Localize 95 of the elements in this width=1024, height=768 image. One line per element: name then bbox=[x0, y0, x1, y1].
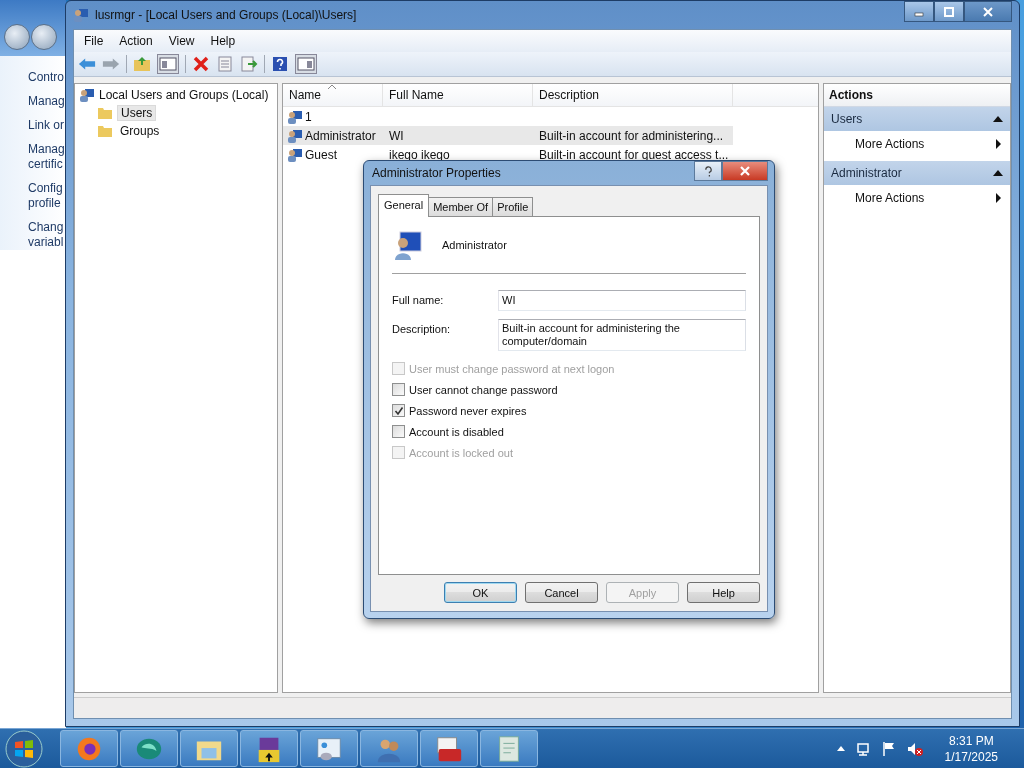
menu-item[interactable]: Help bbox=[204, 32, 242, 50]
minimize-button[interactable] bbox=[904, 1, 934, 22]
field-label: Full name: bbox=[392, 293, 445, 306]
users-icon bbox=[73, 7, 89, 23]
user-icon bbox=[392, 229, 424, 261]
checkbox-label: User must change password at next logon bbox=[409, 362, 615, 375]
close-icon bbox=[983, 6, 993, 17]
submenu-arrow-icon bbox=[996, 139, 1001, 149]
dialog-button[interactable]: Cancel bbox=[525, 582, 598, 603]
folder-icon bbox=[97, 123, 113, 139]
checkbox[interactable] bbox=[392, 425, 405, 438]
table-row[interactable]: Administrator WI Built-in account for administering... bbox=[283, 126, 733, 145]
folder-up-icon[interactable] bbox=[133, 56, 151, 72]
folder-icon bbox=[97, 105, 113, 121]
taskbar-button[interactable] bbox=[480, 730, 538, 767]
flag-icon[interactable] bbox=[880, 740, 897, 757]
forward-icon[interactable] bbox=[31, 24, 57, 50]
window-title: lusrmgr - [Local Users and Groups (Local)\Users] bbox=[95, 8, 358, 22]
maximize-button[interactable] bbox=[934, 1, 964, 22]
help-button[interactable] bbox=[694, 161, 722, 181]
collapse-icon[interactable] bbox=[993, 116, 1003, 122]
action-link[interactable]: More Actions bbox=[855, 191, 925, 205]
close-button[interactable] bbox=[964, 1, 1012, 22]
tab[interactable]: Profile bbox=[492, 197, 534, 216]
taskbar-button[interactable] bbox=[240, 730, 298, 767]
task-link[interactable]: Manag certific bbox=[28, 142, 65, 172]
checkbox-label: User cannot change password bbox=[409, 383, 558, 396]
close-icon bbox=[740, 166, 750, 176]
collapse-icon[interactable] bbox=[993, 170, 1003, 176]
checkbox-label: Password never expires bbox=[409, 404, 527, 417]
table-cell: WI bbox=[389, 128, 404, 143]
help-icon[interactable] bbox=[271, 56, 289, 72]
table-row[interactable]: 1 bbox=[283, 107, 733, 126]
tree-item[interactable]: Groups bbox=[117, 124, 163, 138]
checkbox[interactable] bbox=[392, 404, 405, 417]
sort-icon bbox=[328, 85, 336, 89]
menu-item[interactable]: Action bbox=[113, 32, 159, 50]
taskbar-button[interactable] bbox=[180, 730, 238, 767]
action-link[interactable]: More Actions bbox=[855, 137, 925, 151]
maximize-icon bbox=[944, 6, 954, 17]
table-cell: Guest bbox=[305, 147, 337, 162]
delete-icon[interactable] bbox=[192, 56, 210, 72]
show-hidden-icons-icon[interactable] bbox=[836, 746, 845, 751]
column-header[interactable]: Full Name bbox=[383, 84, 533, 106]
taskbar-button[interactable] bbox=[120, 730, 178, 767]
actions-section-header[interactable]: Administrator bbox=[824, 161, 1010, 185]
dialog-button[interactable]: Help bbox=[687, 582, 760, 603]
task-link[interactable]: Chang variabl bbox=[28, 220, 64, 250]
submenu-arrow-icon bbox=[996, 193, 1001, 203]
tab[interactable]: Member Of bbox=[428, 197, 494, 216]
table-cell: Built-in account for administering... bbox=[539, 128, 724, 143]
clock[interactable]: 8:31 PM 1/17/2025 bbox=[944, 732, 998, 765]
table-cell: 1 bbox=[305, 109, 312, 124]
task-link[interactable]: Link or bbox=[28, 118, 65, 133]
dialog-title: Administrator Properties bbox=[371, 166, 502, 180]
actions-section-header[interactable]: Users bbox=[824, 107, 1010, 131]
description-field[interactable]: Built-in account for administering the computer/domain bbox=[498, 319, 746, 351]
column-header[interactable]: Name bbox=[283, 84, 383, 106]
field-label: Description: bbox=[392, 322, 452, 335]
column-header[interactable]: Description bbox=[533, 84, 733, 106]
user-name: Administrator bbox=[442, 239, 507, 251]
table-cell: Administrator bbox=[305, 128, 376, 143]
taskbar-button[interactable] bbox=[300, 730, 358, 767]
user-icon bbox=[287, 146, 303, 163]
close-button[interactable] bbox=[722, 161, 768, 181]
taskbar-button[interactable] bbox=[60, 730, 118, 767]
panel-icon[interactable] bbox=[157, 54, 179, 74]
clock-time: 8:31 PM bbox=[948, 732, 994, 749]
forward-arrow-icon[interactable] bbox=[102, 56, 120, 72]
checkbox-label: Account is disabled bbox=[409, 425, 504, 438]
tree-item[interactable]: Users bbox=[117, 105, 157, 121]
taskbar-button[interactable] bbox=[360, 730, 418, 767]
dialog-button[interactable]: OK bbox=[444, 582, 517, 603]
back-arrow-icon[interactable] bbox=[78, 56, 96, 72]
task-link[interactable]: Contro bbox=[28, 70, 65, 85]
full-name-field[interactable]: WI bbox=[498, 290, 746, 311]
checkbox[interactable] bbox=[392, 383, 405, 396]
network-icon[interactable] bbox=[854, 740, 871, 757]
taskbar-button[interactable] bbox=[420, 730, 478, 767]
help-icon bbox=[703, 165, 713, 177]
task-link[interactable]: Config profile bbox=[28, 181, 63, 211]
export-icon[interactable] bbox=[240, 56, 258, 72]
clock-date: 1/17/2025 bbox=[944, 748, 998, 765]
user-icon bbox=[287, 127, 303, 144]
task-link[interactable]: Manag bbox=[28, 94, 65, 109]
menu-item[interactable]: File bbox=[78, 32, 110, 50]
checkbox-label: Account is locked out bbox=[409, 446, 513, 459]
users-icon bbox=[79, 87, 95, 103]
user-icon bbox=[287, 108, 303, 125]
tab[interactable]: General bbox=[378, 194, 430, 217]
action-pane-icon[interactable] bbox=[295, 54, 317, 74]
back-icon[interactable] bbox=[4, 24, 30, 50]
tree-item[interactable]: Local Users and Groups (Local) bbox=[79, 86, 273, 104]
menu-item[interactable]: View bbox=[162, 32, 201, 50]
start-button[interactable] bbox=[4, 728, 44, 768]
